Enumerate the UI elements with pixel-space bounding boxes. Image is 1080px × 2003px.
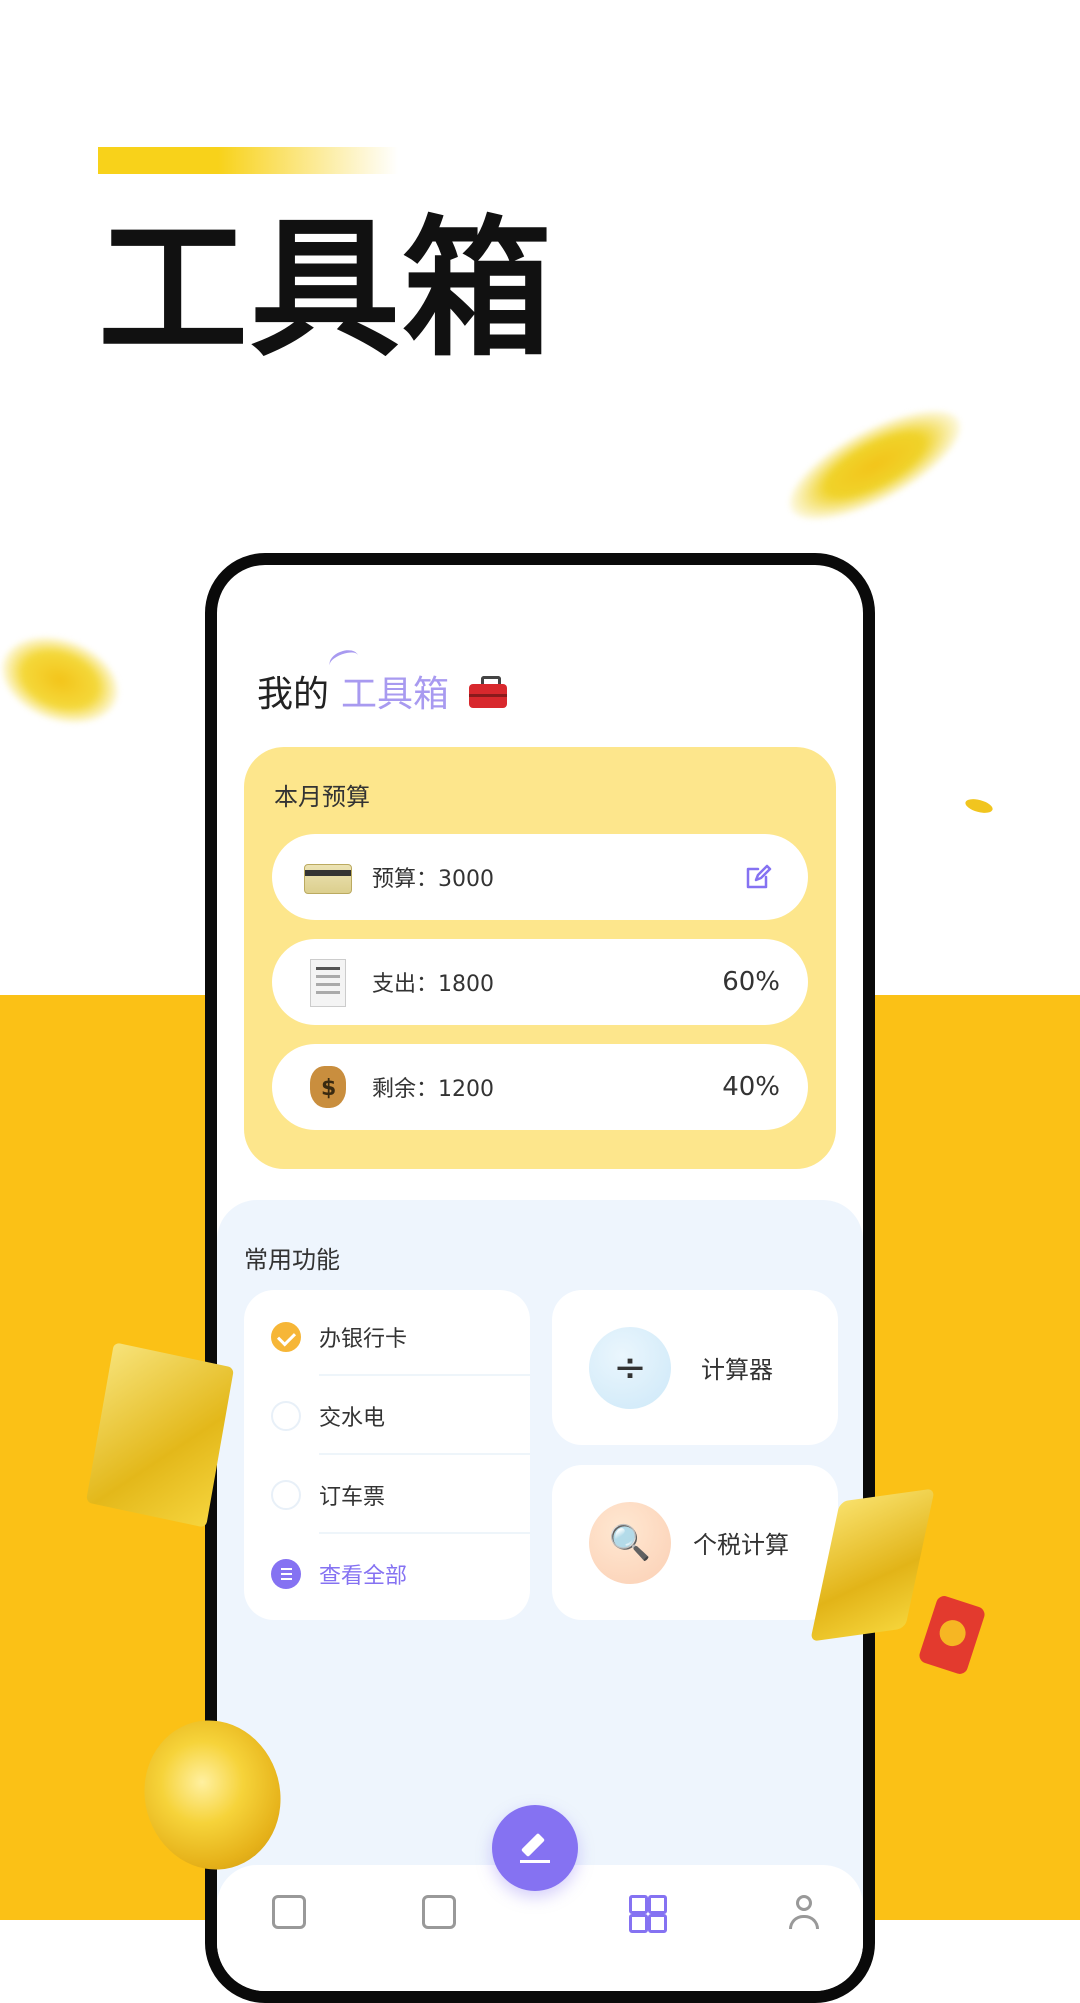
todo-item[interactable]: 办银行卡 — [244, 1298, 530, 1376]
edit-icon[interactable] — [744, 863, 772, 891]
calendar-icon[interactable] — [272, 1895, 306, 1929]
pencil-icon — [520, 1833, 550, 1863]
tax-calculator-button[interactable]: 🔍 个税计算 — [552, 1465, 838, 1620]
budget-title: 本月预算 — [274, 783, 370, 811]
view-all-label: 查看全部 — [319, 1564, 408, 1589]
todo-label: 订车票 — [319, 1485, 386, 1510]
calculator-button[interactable]: ÷ 计算器 — [552, 1290, 838, 1445]
todo-item[interactable]: 订车票 — [244, 1456, 530, 1534]
phone-frame: 我的 工具箱 本月预算 预算：3000 支出：1800 60% $ 剩余：120… — [205, 553, 875, 2003]
credit-card-icon — [304, 854, 352, 900]
divide-icon: ÷ — [589, 1326, 671, 1409]
heading-highlight: 工具箱 — [341, 665, 449, 717]
budget-row-budget: 预算：3000 — [272, 834, 808, 920]
todo-item[interactable]: 交水电 — [244, 1377, 530, 1455]
accent-bar — [98, 147, 398, 174]
budget-row-remaining: 剩余：1200 40% — [272, 1044, 808, 1130]
view-all-link[interactable]: 查看全部 — [244, 1535, 530, 1613]
toolbox-icon — [469, 676, 508, 708]
budget-card: 本月预算 预算：3000 支出：1800 60% 剩余：1200 — [244, 747, 836, 1169]
chart-icon[interactable] — [422, 1895, 456, 1929]
unchecked-icon[interactable] — [271, 1401, 301, 1431]
calculator-label: 计算器 — [701, 1356, 773, 1384]
heading-prefix: 我的 — [257, 674, 330, 715]
expense-label: 支出：1800 — [372, 972, 494, 997]
todo-label: 交水电 — [319, 1406, 386, 1431]
tax-calculator-label: 个税计算 — [693, 1531, 789, 1559]
remaining-label: 剩余：1200 — [372, 1077, 494, 1102]
money-bag-icon — [304, 1064, 350, 1110]
unchecked-icon[interactable] — [271, 1480, 301, 1510]
checked-icon[interactable] — [271, 1322, 301, 1352]
user-icon[interactable] — [787, 1895, 821, 1929]
phone-screen: 我的 工具箱 本月预算 预算：3000 支出：1800 60% $ 剩余：120… — [217, 565, 863, 1991]
todo-card: 办银行卡 交水电 订车票 查看全部 — [244, 1290, 530, 1620]
todo-label: 办银行卡 — [319, 1327, 408, 1352]
flying-coin-decoration — [774, 389, 976, 541]
list-icon — [271, 1559, 301, 1589]
expense-percent: 60% — [722, 967, 780, 997]
common-title: 常用功能 — [244, 1246, 340, 1274]
receipt-icon — [304, 959, 350, 1007]
magnifier-icon: 🔍 — [589, 1501, 671, 1584]
poster-title: 工具箱 — [98, 203, 555, 377]
grid-icon[interactable] — [629, 1895, 667, 1933]
small-coin-decoration — [963, 796, 995, 816]
budget-label: 预算：3000 — [372, 867, 494, 892]
remaining-percent: 40% — [722, 1072, 780, 1102]
common-functions-section: 常用功能 办银行卡 交水电 订车票 查看全部 ÷ 计算器 🔍 个税计算 — [217, 1200, 863, 1900]
toolbox-heading: 我的 工具箱 — [257, 665, 508, 717]
budget-row-expense: 支出：1800 60% — [272, 939, 808, 1025]
add-record-button[interactable] — [492, 1805, 578, 1891]
flying-coin-decoration — [0, 621, 131, 739]
